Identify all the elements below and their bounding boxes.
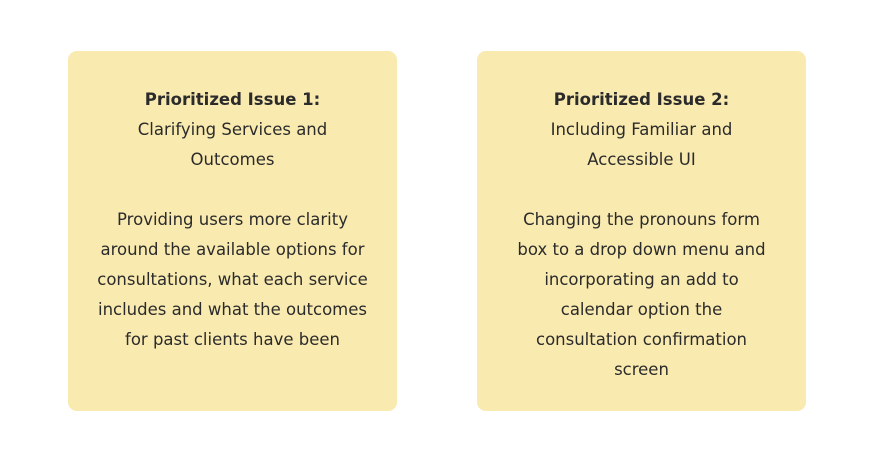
issue-1-subtitle: Clarifying Services and Outcomes (137, 120, 328, 169)
issue-card-2: Prioritized Issue 2: Including Familiar … (477, 51, 806, 411)
issue-1-description: Providing users more clarity around the … (97, 210, 368, 349)
issue-2-subtitle: Including Familiar and Accessible UI (550, 120, 733, 169)
issue-2-spacer (501, 175, 782, 205)
issue-2-title: Prioritized Issue 2: (553, 90, 730, 109)
issue-1-title: Prioritized Issue 1: (144, 90, 321, 109)
issue-1-spacer (92, 175, 373, 205)
issue-card-1: Prioritized Issue 1: Clarifying Services… (68, 51, 397, 411)
issue-2-description: Changing the pronouns form box to a drop… (517, 210, 766, 379)
